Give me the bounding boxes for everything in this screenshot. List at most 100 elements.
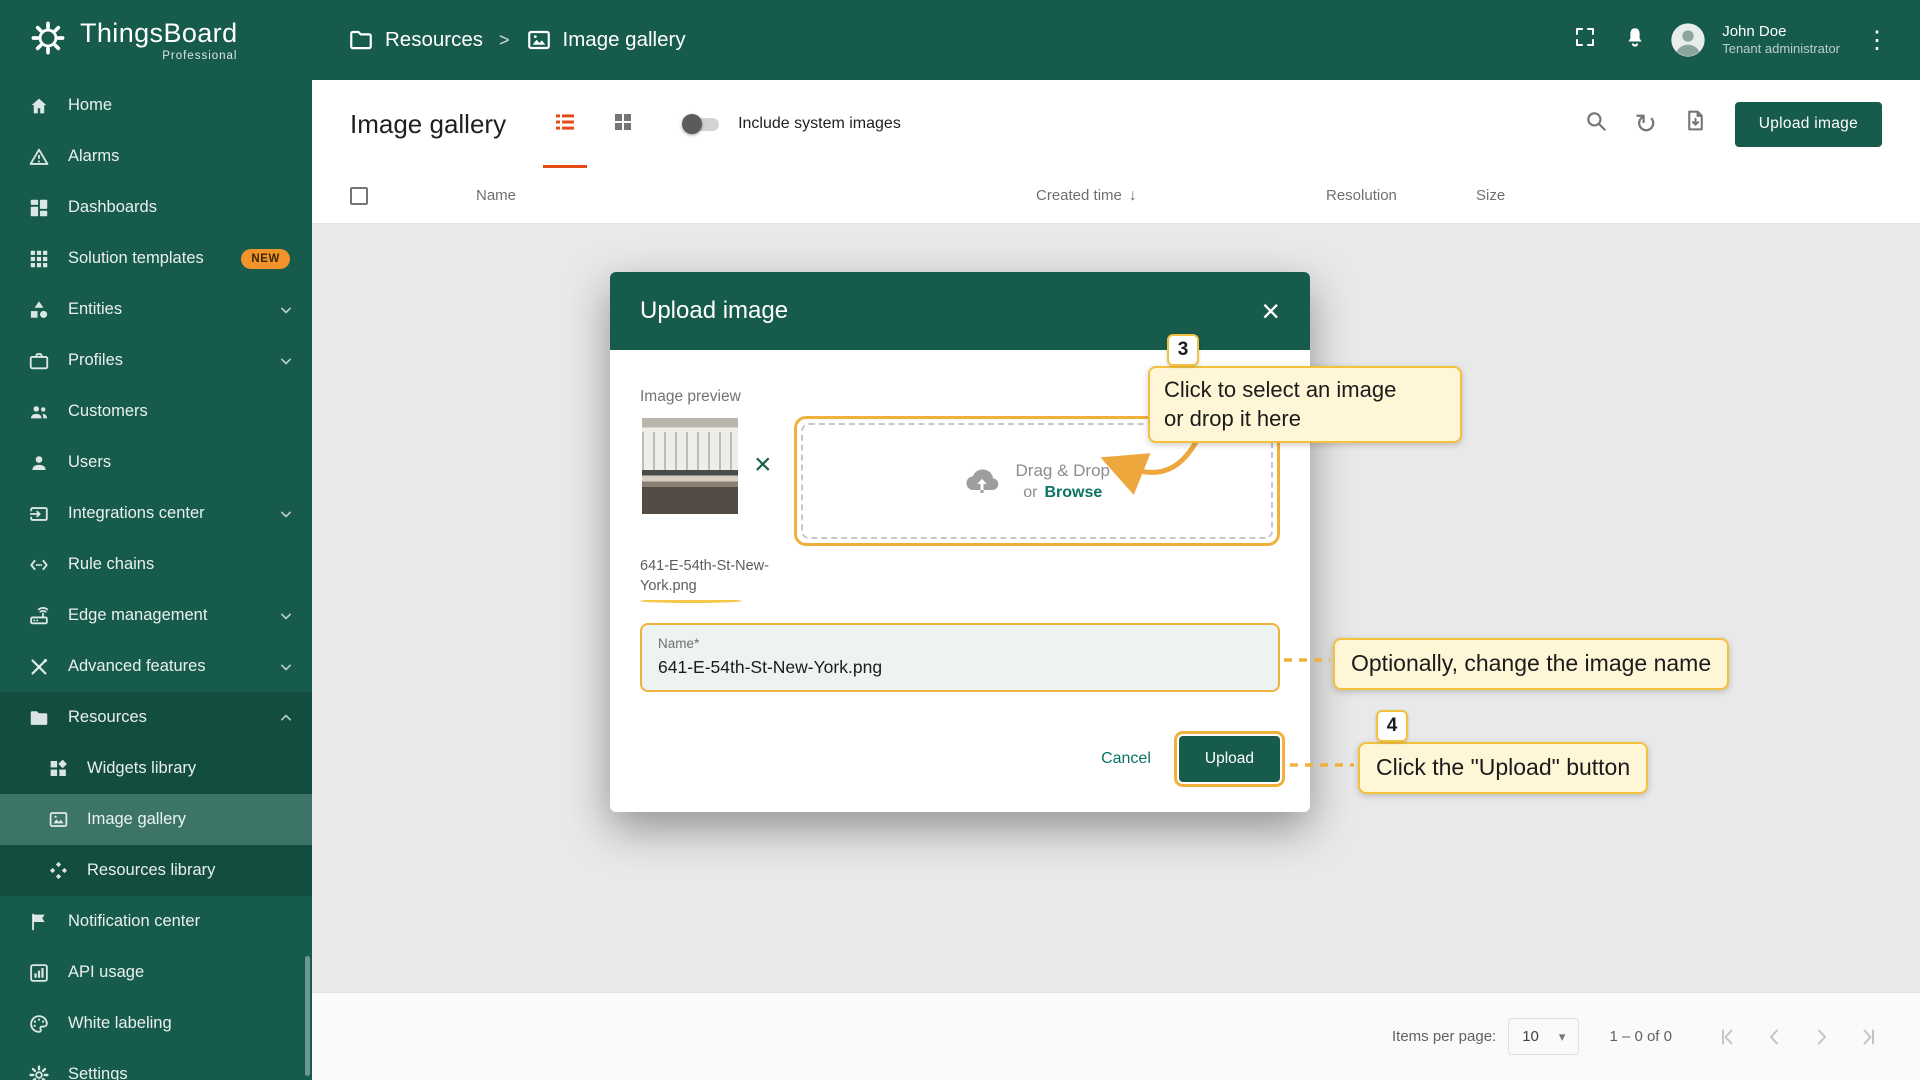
chart-box-icon [27, 961, 51, 985]
upload-image-button[interactable]: Upload image [1735, 102, 1882, 147]
fullscreen-button[interactable] [1562, 17, 1608, 63]
select-all-checkbox[interactable] [350, 187, 368, 205]
refresh-button[interactable]: ↻ [1621, 99, 1671, 149]
people-icon [27, 400, 51, 424]
folder-icon [27, 706, 51, 730]
refresh-icon: ↻ [1634, 109, 1657, 140]
breadcrumb-image-gallery: Image gallery [563, 28, 686, 52]
page-size-select[interactable]: 10 ▾ [1508, 1018, 1579, 1055]
chevron-down-icon: ▾ [1559, 1029, 1566, 1045]
include-system-images-toggle[interactable] [682, 113, 722, 135]
notifications-button[interactable] [1612, 17, 1658, 63]
file-import-icon [1683, 108, 1708, 140]
palette-icon [27, 1012, 51, 1036]
image-thumbnail-box [640, 416, 740, 516]
flag-icon [27, 910, 51, 934]
sidebar-item-widgets-library[interactable]: Widgets library [0, 743, 312, 794]
first-page-button[interactable] [1706, 1014, 1752, 1060]
browse-link[interactable]: Browse [1044, 484, 1102, 501]
dashboards-icon [27, 196, 51, 220]
or-label: or [1023, 484, 1037, 501]
avatar[interactable] [1668, 20, 1708, 60]
sidebar-item-profiles[interactable]: Profiles [0, 335, 312, 386]
sidebar-scrollbar[interactable] [305, 956, 310, 1076]
selected-file-name: 641-E-54th-St-New-York.png [640, 556, 782, 597]
sidebar-item-integrations-center[interactable]: Integrations center [0, 488, 312, 539]
list-view-toggle[interactable] [536, 80, 594, 168]
remove-image-icon[interactable]: × [754, 450, 772, 480]
toggle-thumb [682, 114, 702, 134]
grid-view-icon [611, 110, 635, 139]
chevron-down-icon [276, 606, 296, 626]
next-page-button[interactable] [1798, 1014, 1844, 1060]
top-header: Resources > Image gallery John Doe Tenan… [312, 0, 1920, 80]
app-edition: Professional [80, 50, 238, 62]
sidebar-item-resources-library[interactable]: Resources library [0, 845, 312, 896]
kebab-icon: ⋮ [1865, 26, 1889, 55]
items-per-page-label: Items per page: [1392, 1028, 1496, 1045]
tools-icon [27, 655, 51, 679]
gallery-toolbar: Image gallery Include system images [312, 80, 1920, 168]
column-resolution[interactable]: Resolution [1326, 187, 1476, 204]
sidebar-item-users[interactable]: Users [0, 437, 312, 488]
new-badge: NEW [241, 249, 290, 269]
sidebar-item-white-labeling[interactable]: White labeling [0, 998, 312, 1049]
alarm-warning-icon [27, 145, 51, 169]
chevron-down-icon [276, 504, 296, 524]
apps-grid-icon [27, 247, 51, 271]
user-name: John Doe [1722, 22, 1840, 42]
sidebar-item-solution-templates[interactable]: Solution templates NEW [0, 233, 312, 284]
grid-view-toggle[interactable] [594, 80, 652, 168]
chevron-down-icon [276, 657, 296, 677]
bell-icon [1623, 25, 1647, 56]
sidebar-item-alarms[interactable]: Alarms [0, 131, 312, 182]
image-name-field[interactable]: Name* [640, 623, 1280, 692]
sidebar: ThingsBoard Professional Home Alarms Das… [0, 0, 312, 1080]
sidebar-item-home[interactable]: Home [0, 80, 312, 131]
gear-icon [27, 1063, 51, 1080]
briefcase-icon [27, 349, 51, 373]
last-page-button[interactable] [1844, 1014, 1890, 1060]
column-created-time[interactable]: Created time ↓ [1036, 187, 1326, 205]
sidebar-item-rule-chains[interactable]: Rule chains [0, 539, 312, 590]
chevron-up-icon [276, 708, 296, 728]
widgets-icon [46, 757, 70, 781]
dialog-header: Upload image × [610, 272, 1310, 350]
page-title: Image gallery [350, 109, 506, 140]
home-icon [27, 94, 51, 118]
sidebar-item-advanced-features[interactable]: Advanced features [0, 641, 312, 692]
search-button[interactable] [1571, 99, 1621, 149]
upload-image-dialog: Upload image × Image preview × Drag & Dr… [610, 272, 1310, 812]
sidebar-item-settings[interactable]: Settings [0, 1049, 312, 1080]
include-system-images-label: Include system images [738, 115, 901, 133]
cancel-button[interactable]: Cancel [1089, 740, 1163, 778]
column-size[interactable]: Size [1476, 187, 1882, 204]
filename-underline-annotation [640, 599, 742, 603]
upload-submit-button[interactable]: Upload [1179, 736, 1280, 782]
table-header: Name Created time ↓ Resolution Size [312, 168, 1920, 224]
sidebar-item-customers[interactable]: Customers [0, 386, 312, 437]
breadcrumb-resources[interactable]: Resources [385, 28, 483, 52]
sidebar-item-notification-center[interactable]: Notification center [0, 896, 312, 947]
close-icon[interactable]: × [1261, 295, 1280, 327]
column-name[interactable]: Name [476, 187, 1036, 204]
sidebar-item-api-usage[interactable]: API usage [0, 947, 312, 998]
person-icon [27, 451, 51, 475]
sort-desc-icon: ↓ [1129, 187, 1137, 205]
image-name-input[interactable] [658, 657, 1262, 678]
router-icon [27, 604, 51, 628]
user-info[interactable]: John Doe Tenant administrator [1722, 22, 1840, 58]
sidebar-item-entities[interactable]: Entities [0, 284, 312, 335]
folder-icon [348, 27, 374, 53]
kebab-menu-button[interactable]: ⋮ [1854, 17, 1900, 63]
import-image-button[interactable] [1671, 99, 1721, 149]
sidebar-item-edge-management[interactable]: Edge management [0, 590, 312, 641]
app-name: ThingsBoard [80, 18, 238, 49]
sidebar-item-resources[interactable]: Resources [0, 692, 312, 743]
sidebar-item-image-gallery[interactable]: Image gallery [0, 794, 312, 845]
drag-drop-label: Drag & Drop [1016, 461, 1110, 481]
chevron-down-icon [276, 300, 296, 320]
previous-page-button[interactable] [1752, 1014, 1798, 1060]
sidebar-item-dashboards[interactable]: Dashboards [0, 182, 312, 233]
search-icon [1583, 108, 1609, 141]
